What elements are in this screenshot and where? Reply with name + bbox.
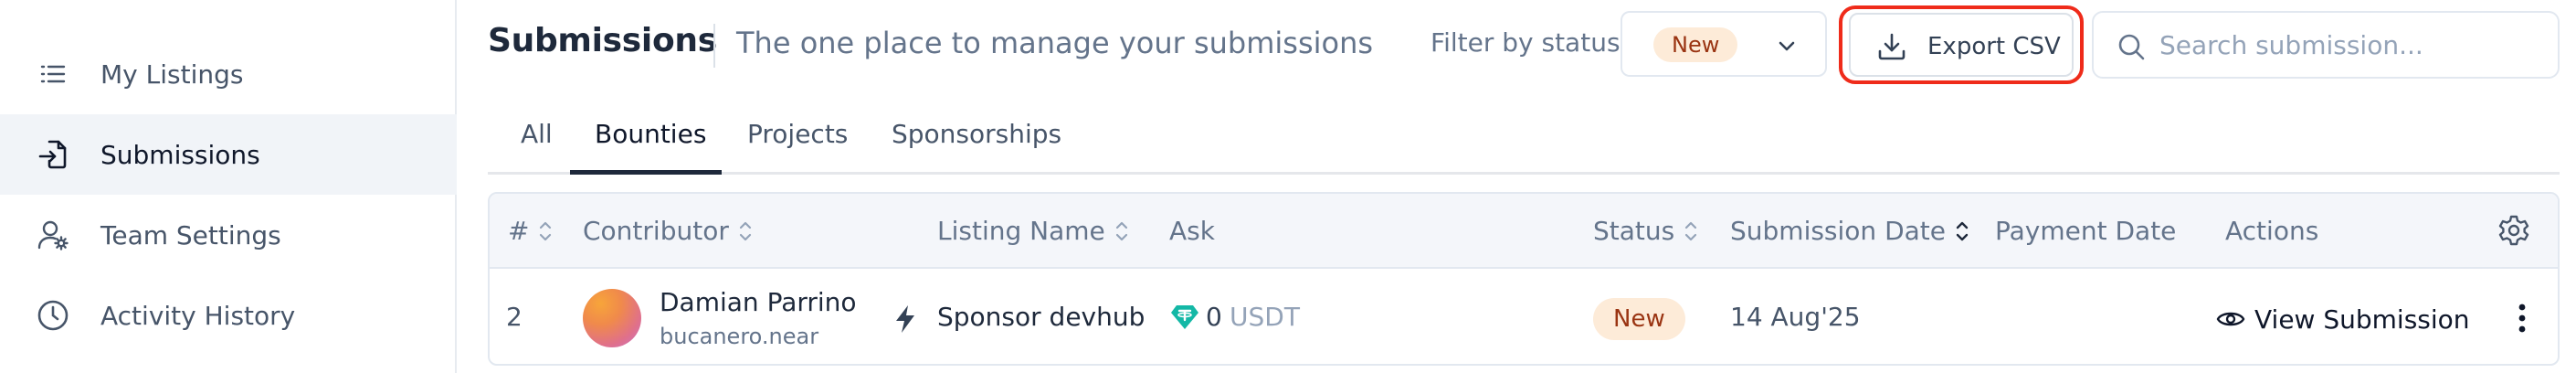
bolt-icon — [892, 304, 919, 335]
title-divider — [713, 24, 715, 68]
column-header-actions: Actions — [2225, 216, 2319, 246]
row-index: 2 — [506, 302, 523, 332]
gear-icon[interactable] — [2497, 214, 2530, 247]
column-header-submission-date[interactable]: Submission Date — [1730, 216, 1971, 246]
sidebar-item-label: Activity History — [100, 300, 296, 331]
tab-projects[interactable]: Projects — [747, 119, 848, 149]
team-settings-icon — [35, 217, 71, 253]
page-title: Submissions — [488, 22, 717, 59]
download-icon — [1876, 31, 1907, 62]
column-header-ask: Ask — [1169, 216, 1215, 246]
sidebar-item-label: Submissions — [100, 139, 260, 170]
contributor-name[interactable]: Damian Parrino — [660, 287, 857, 317]
column-header-payment-date: Payment Date — [1995, 216, 2177, 246]
view-submission-button[interactable]: View Submission — [2216, 298, 2470, 340]
sort-icon — [1685, 221, 1697, 240]
export-csv-button[interactable]: Export CSV — [1849, 13, 2074, 77]
column-header-listing-name[interactable]: Listing Name — [937, 216, 1131, 246]
tab-bounties[interactable]: Bounties — [595, 119, 706, 149]
sort-icon — [540, 221, 552, 240]
sidebar-item-team-settings[interactable]: Team Settings — [0, 195, 457, 275]
view-submission-label: View Submission — [2254, 304, 2470, 335]
sidebar-item-label: My Listings — [100, 59, 244, 90]
active-tab-indicator — [570, 170, 722, 175]
status-chip: New — [1653, 27, 1738, 62]
status-filter-select[interactable]: New — [1621, 11, 1827, 77]
table-row[interactable]: 2 Damian Parrino bucanero.near Sponsor d… — [490, 271, 2558, 364]
ask-token: USDT — [1230, 302, 1300, 332]
search-input[interactable] — [2159, 15, 2543, 75]
list-icon — [35, 56, 71, 92]
avatar — [583, 289, 641, 347]
clock-icon — [35, 297, 71, 334]
sort-icon — [1115, 221, 1127, 240]
sidebar-item-activity-history[interactable]: Activity History — [0, 275, 457, 356]
submissions-icon — [35, 136, 71, 173]
sidebar: My Listings Submissions Team Settings Ac… — [0, 0, 457, 373]
more-options-icon[interactable] — [2518, 300, 2527, 336]
chevron-down-icon — [1776, 35, 1798, 57]
filter-label: Filter by status — [1431, 27, 1621, 58]
tab-sponsorships[interactable]: Sponsorships — [892, 119, 1061, 149]
usdt-gem-icon — [1169, 304, 1200, 331]
search-box[interactable] — [2092, 11, 2560, 79]
ask-amount: 0 — [1206, 302, 1222, 332]
sidebar-item-label: Team Settings — [100, 219, 281, 250]
export-csv-label: Export CSV — [1927, 33, 2061, 60]
search-icon — [2116, 31, 2147, 62]
contributor-handle: bucanero.near — [660, 324, 819, 349]
status-badge: New — [1593, 298, 1685, 340]
column-header-status[interactable]: Status — [1593, 216, 1700, 246]
column-header-index[interactable]: # — [508, 216, 554, 246]
tab-all[interactable]: All — [521, 119, 553, 149]
sort-icon — [1956, 221, 1969, 240]
sidebar-item-my-listings[interactable]: My Listings — [0, 34, 457, 114]
submissions-table: # Contributor Listing Name Ask Status Su… — [488, 192, 2560, 366]
page-subtitle: The one place to manage your submissions — [736, 26, 1374, 60]
eye-icon — [2216, 312, 2245, 326]
sort-icon — [739, 221, 751, 240]
tabs-divider — [488, 172, 2560, 175]
sidebar-item-submissions[interactable]: Submissions — [0, 114, 457, 195]
column-header-contributor[interactable]: Contributor — [583, 216, 755, 246]
listing-name[interactable]: Sponsor devhub — [937, 302, 1145, 332]
submission-date: 14 Aug'25 — [1730, 302, 1861, 332]
table-header: # Contributor Listing Name Ask Status Su… — [490, 194, 2558, 269]
